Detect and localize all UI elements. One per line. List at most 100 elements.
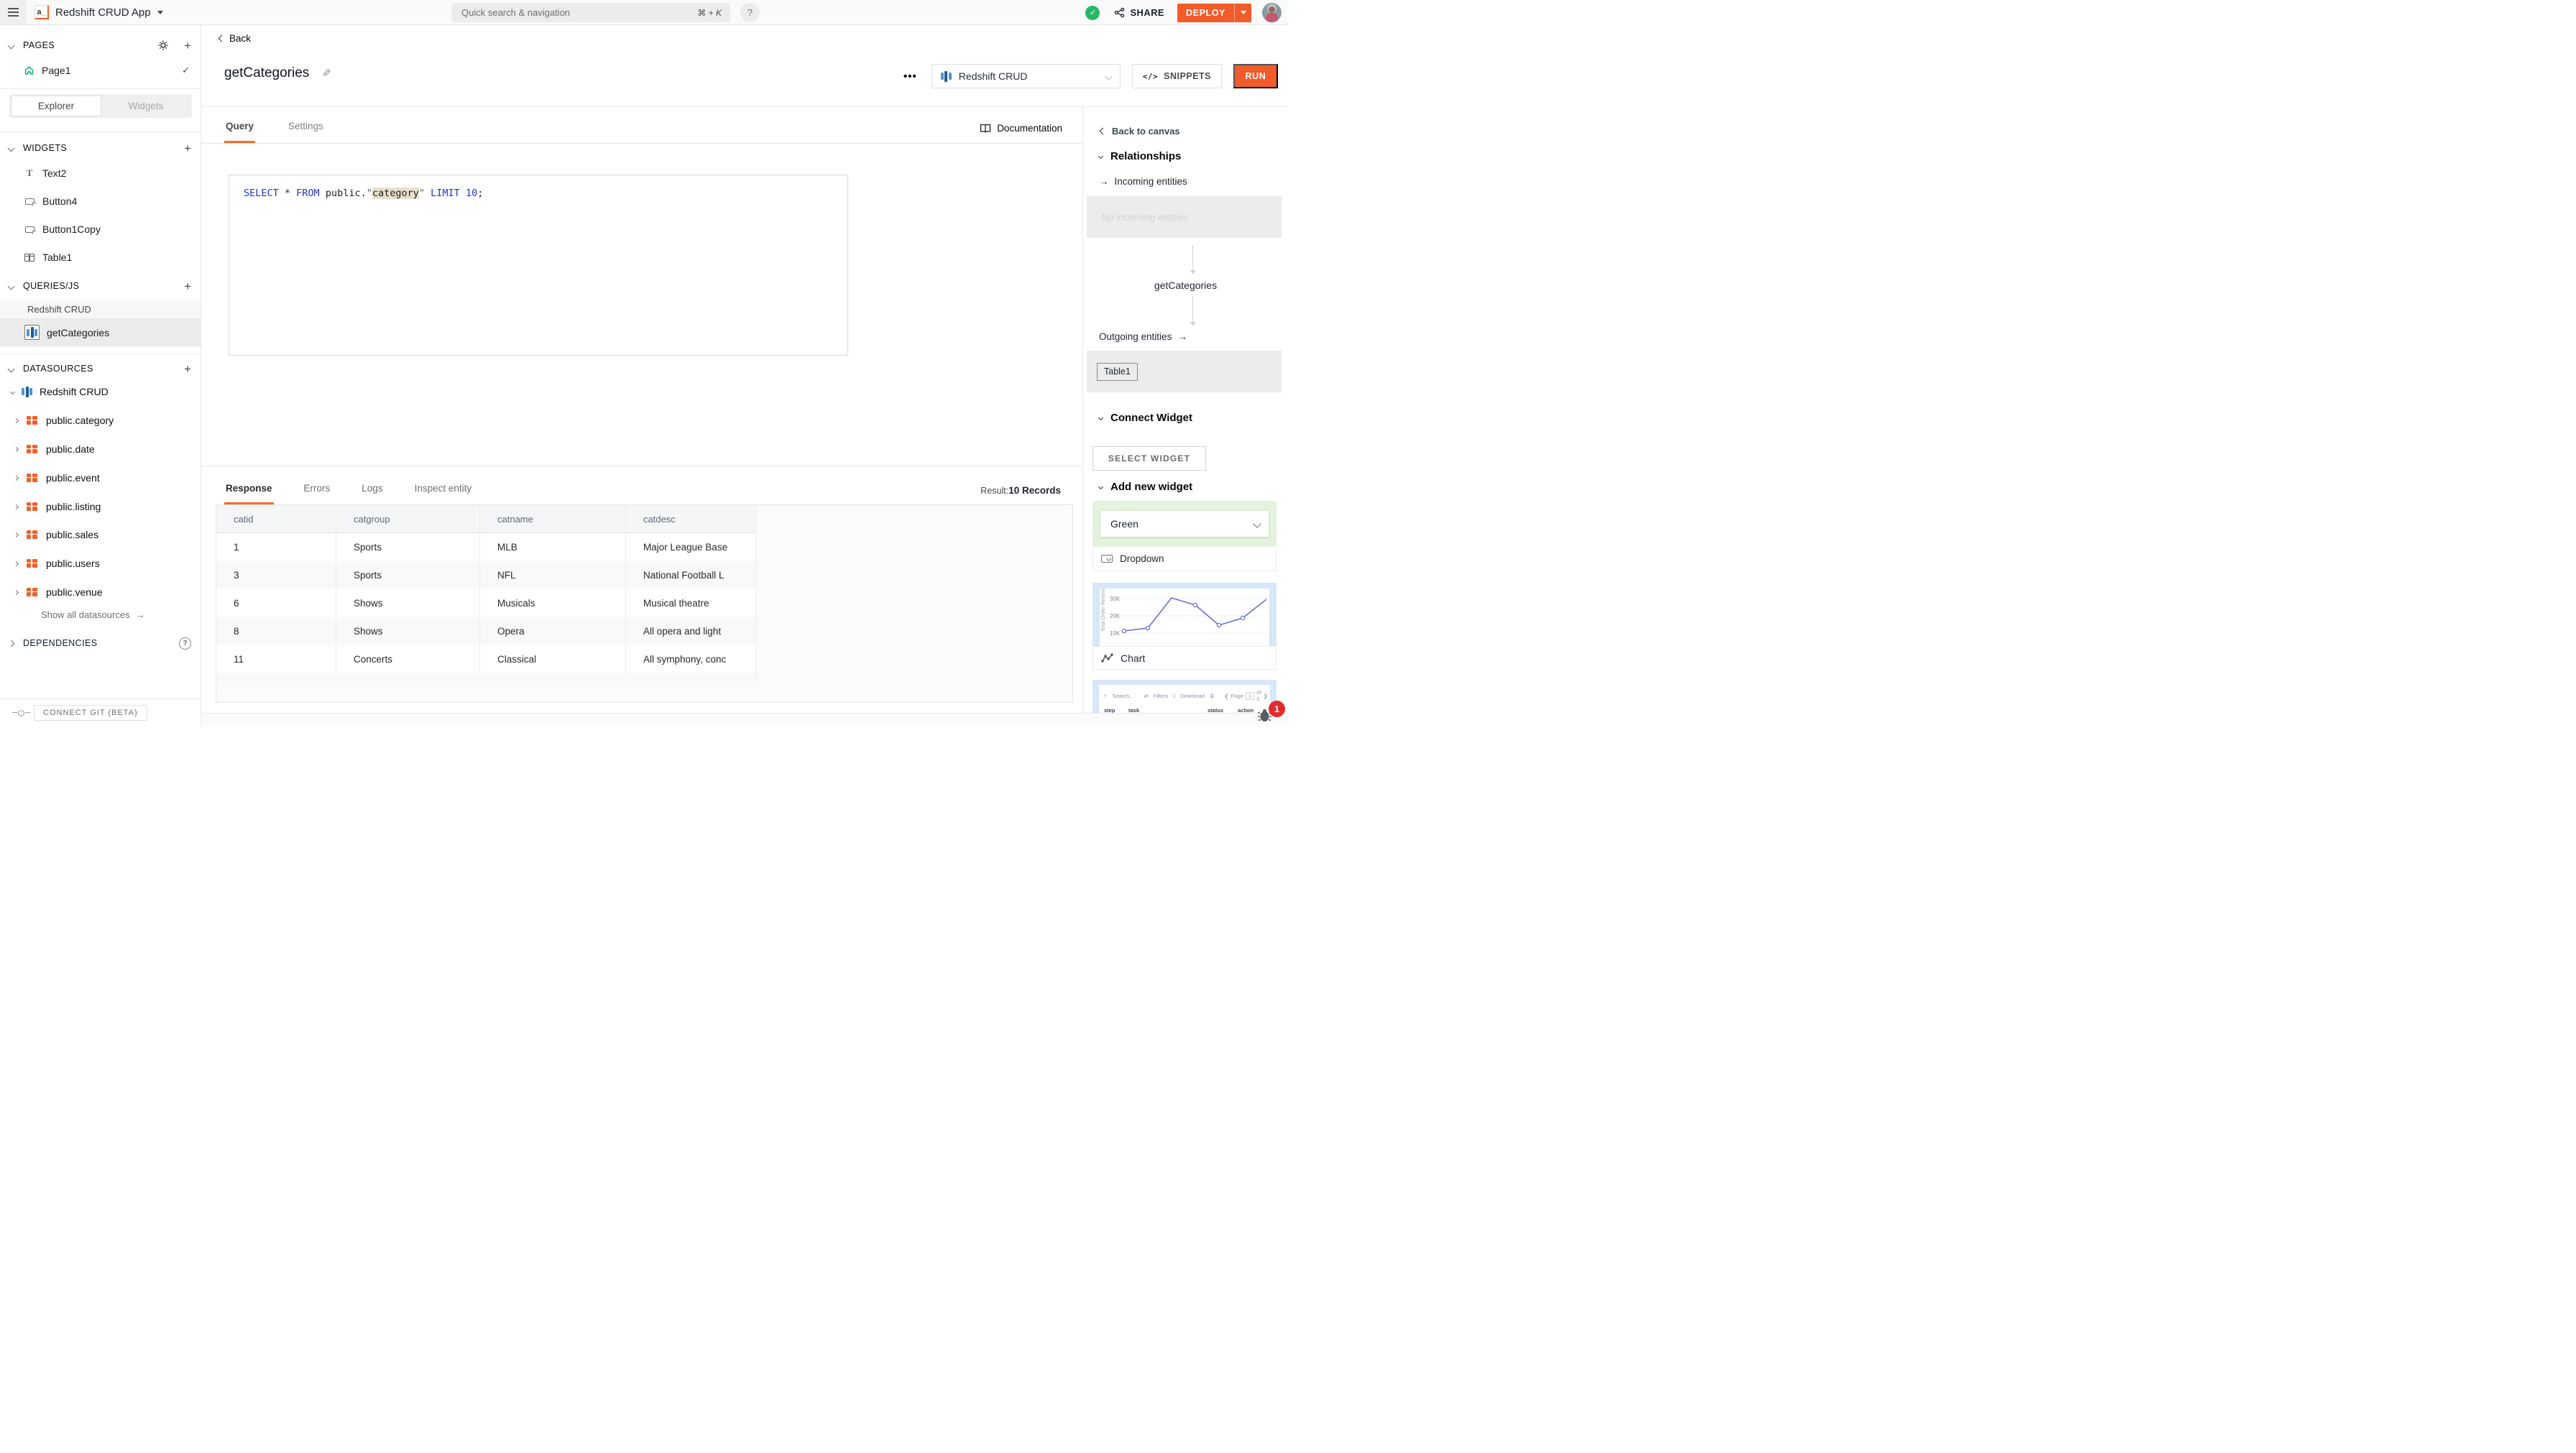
sidebar-item-public-event[interactable]: public.event	[0, 469, 201, 487]
tab-response[interactable]: Response	[224, 483, 274, 504]
app-logo-icon[interactable]: a_	[34, 5, 49, 19]
dependencies-section-header[interactable]: DEPENDENCIES ?	[0, 634, 201, 652]
widget-option-chart[interactable]: Chart	[1092, 646, 1276, 670]
show-all-datasources-link[interactable]: Show all datasources →	[41, 609, 145, 620]
relationships-section-header[interactable]: Relationships	[1099, 150, 1181, 162]
chevron-right-icon	[8, 640, 15, 647]
add-new-widget-section-header[interactable]: Add new widget	[1099, 481, 1192, 493]
help-icon[interactable]: ?	[740, 3, 760, 22]
tab-errors[interactable]: Errors	[303, 483, 332, 504]
sidebar-item-public-date[interactable]: public.date	[0, 440, 201, 458]
chevron-right-icon	[14, 475, 19, 480]
table-widget-preview-card[interactable]: ⌕ Search... ⇄ Filters ⤓ Download ≣ ❮ Pag…	[1092, 680, 1276, 713]
table-row[interactable]: 1 Sports MLB Major League Base	[216, 533, 756, 561]
response-tabbar: Response Errors Logs Inspect entity Resu…	[201, 466, 1082, 504]
queries-section-header[interactable]: QUERIES/JS +	[0, 277, 201, 295]
documentation-link[interactable]: Documentation	[980, 123, 1062, 143]
table-row[interactable]: 8 Shows Opera All opera and light	[216, 617, 756, 645]
sidebar-item-text2[interactable]: T Text2	[0, 164, 201, 183]
tab-logs[interactable]: Logs	[360, 483, 384, 504]
table-row[interactable]: 11 Concerts Classical All symphony, conc	[216, 645, 756, 673]
tab-query[interactable]: Query	[224, 121, 255, 143]
entity-explorer-sidebar: PAGES + Page1 ✓ Explorer Widgets WIDGETS…	[0, 25, 201, 726]
dependencies-label: DEPENDENCIES	[23, 638, 97, 648]
add-page-icon[interactable]: +	[184, 40, 191, 52]
tab-inspect-entity[interactable]: Inspect entity	[413, 483, 474, 504]
table-widget-preview: ⌕ Search... ⇄ Filters ⤓ Download ≣ ❮ Pag…	[1099, 685, 1270, 713]
select-widget-button[interactable]: SELECT WIDGET	[1092, 446, 1206, 471]
db-table-icon	[27, 559, 37, 568]
sidebar-item-public-sales[interactable]: public.sales	[0, 525, 201, 544]
app-title[interactable]: Redshift CRUD App	[55, 6, 151, 19]
cell: NFL	[480, 561, 626, 589]
search-shortcut: ⌘ + K	[697, 8, 722, 18]
snippets-label: SNIPPETS	[1164, 71, 1211, 81]
sidebar-item-public-venue[interactable]: public.venue	[0, 583, 201, 601]
quick-search-input[interactable]: Quick search & navigation ⌘ + K	[451, 3, 730, 22]
deploy-options-chevron-icon[interactable]	[1234, 4, 1251, 22]
mini-page-label: Page	[1231, 693, 1244, 699]
column-header[interactable]: catname	[480, 505, 626, 532]
response-pane: Response Errors Logs Inspect entity Resu…	[201, 466, 1082, 714]
connect-git-button[interactable]: CONNECT GIT (BETA)	[34, 705, 147, 721]
dependencies-help-icon[interactable]: ?	[179, 637, 191, 650]
gear-icon[interactable]	[157, 40, 169, 51]
sidebar-item-public-users[interactable]: public.users	[0, 554, 201, 573]
sidebar-item-page1[interactable]: Page1 ✓	[0, 61, 201, 80]
sql-editor[interactable]: SELECT * FROM public."category" LIMIT 10…	[229, 175, 848, 356]
hamburger-menu-icon[interactable]	[0, 0, 27, 24]
sidebar-item-table1[interactable]: Table1	[0, 248, 201, 267]
chart-tick: 10K	[1110, 630, 1121, 637]
debug-button[interactable]: 1	[1257, 709, 1272, 724]
back-link[interactable]: Back	[219, 33, 251, 44]
sidebar-item-public-listing[interactable]: public.listing	[0, 497, 201, 516]
add-datasource-icon[interactable]: +	[184, 363, 191, 375]
deploy-label: DEPLOY	[1177, 8, 1234, 18]
db-table-label: public.sales	[46, 529, 98, 540]
column-header[interactable]: catid	[216, 505, 336, 532]
user-avatar[interactable]	[1262, 3, 1282, 22]
chevron-down-icon	[1098, 415, 1103, 420]
sidebar-item-public-category[interactable]: public.category	[0, 411, 201, 430]
db-table-label: public.users	[46, 558, 100, 569]
sidebar-item-button1copy[interactable]: Button1Copy	[0, 220, 201, 239]
table-row[interactable]: 3 Sports NFL National Football L	[216, 561, 756, 589]
query-tabbar: Query Settings Documentation	[201, 107, 1082, 144]
tab-explorer[interactable]: Explorer	[11, 96, 101, 116]
pages-section-header[interactable]: PAGES +	[0, 36, 201, 55]
datasources-section-header[interactable]: DATASOURCES +	[0, 359, 201, 378]
chevron-right-icon	[14, 589, 19, 594]
app-title-caret-icon[interactable]	[157, 11, 163, 14]
column-header[interactable]: catgroup	[336, 505, 480, 532]
tab-settings[interactable]: Settings	[287, 121, 325, 143]
widget-option-dropdown[interactable]: Dropdown	[1092, 547, 1276, 571]
connect-widget-section-header[interactable]: Connect Widget	[1099, 412, 1192, 424]
chart-preview-card[interactable]: Total Order Revenue 30K 20K 10K	[1092, 583, 1276, 646]
sidebar-item-redshift-crud-datasource[interactable]: Redshift CRUD	[0, 382, 201, 401]
column-header[interactable]: catdesc	[626, 505, 756, 532]
more-actions-icon[interactable]: •••	[901, 70, 920, 83]
run-button[interactable]: RUN	[1233, 64, 1278, 88]
add-widget-icon[interactable]: +	[184, 142, 191, 154]
binding-select[interactable]: Green	[1100, 511, 1269, 537]
db-table-label: public.date	[46, 443, 95, 455]
db-table-icon	[27, 588, 37, 597]
chevron-down-icon	[1098, 154, 1103, 159]
outgoing-entity-chip-table1[interactable]: Table1	[1097, 363, 1138, 381]
cell: 6	[216, 589, 336, 617]
query-group-redshift-crud[interactable]: Redshift CRUD	[0, 300, 201, 318]
edit-name-pencil-icon[interactable]: ✎	[322, 67, 331, 80]
widgets-section-header[interactable]: WIDGETS +	[0, 139, 201, 157]
button-icon	[24, 198, 35, 205]
share-button[interactable]: SHARE	[1114, 7, 1164, 18]
sidebar-item-getcategories[interactable]: getCategories	[0, 318, 201, 346]
back-to-canvas-link[interactable]: Back to canvas	[1100, 126, 1180, 137]
tab-widgets[interactable]: Widgets	[101, 96, 190, 116]
snippets-button[interactable]: </> SNIPPETS	[1132, 64, 1222, 88]
sidebar-item-button4[interactable]: Button4	[0, 192, 201, 211]
add-query-icon[interactable]: +	[184, 280, 191, 292]
table-row[interactable]: 6 Shows Musicals Musical theatre	[216, 589, 756, 617]
db-table-icon	[27, 474, 37, 483]
deploy-button[interactable]: DEPLOY	[1177, 4, 1251, 22]
datasource-selector[interactable]: Redshift CRUD	[932, 64, 1121, 88]
